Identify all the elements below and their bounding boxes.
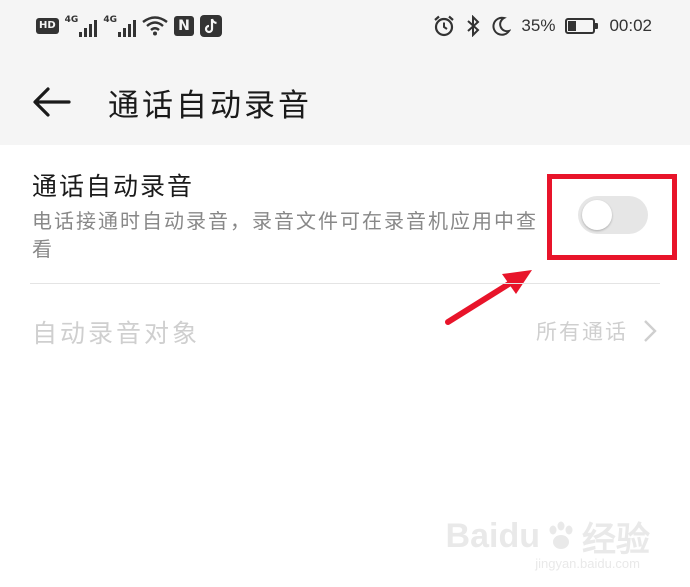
clock: 00:02 xyxy=(609,16,652,35)
app-header: 通话自动录音 xyxy=(0,52,690,145)
record-target-label: 自动录音对象 xyxy=(32,319,201,348)
watermark-brand: Baidu xyxy=(445,517,540,555)
status-left: HD 4G 4G N xyxy=(36,12,222,40)
annotation-highlight-box xyxy=(547,174,677,260)
status-bar: HD 4G 4G N 35% 00:02 xyxy=(0,0,690,52)
wifi-icon xyxy=(142,16,168,36)
paw-icon xyxy=(549,521,573,549)
tiktok-icon xyxy=(199,15,222,37)
signal-icon: 4G xyxy=(65,15,98,37)
auto-record-description: 电话接通时自动录音，录音文件可在录音机应用中查看 xyxy=(32,209,538,261)
network-type-label: 4G xyxy=(103,15,117,25)
status-right: 35% 00:02 xyxy=(433,12,652,40)
network-type-label: 4G xyxy=(64,15,79,25)
nfc-icon: N xyxy=(173,16,194,36)
battery-percent: 35% xyxy=(521,16,556,35)
back-arrow-icon xyxy=(33,87,71,117)
baidu-watermark: Baidu 经验 xyxy=(446,512,650,561)
bluetooth-icon xyxy=(467,15,480,37)
battery-icon xyxy=(565,18,599,34)
chevron-right-icon xyxy=(644,320,657,342)
screen: HD 4G 4G N 35% 00:02 通话自动录音 通话自动录音 电话接通时… xyxy=(0,0,690,587)
auto-record-title: 通话自动录音 xyxy=(32,172,195,201)
auto-record-target-row[interactable]: 自动录音对象 所有通话 xyxy=(0,284,690,374)
signal-icon: 4G xyxy=(103,15,136,37)
battery-level xyxy=(568,21,577,31)
page-title: 通话自动录音 xyxy=(108,88,312,124)
record-target-value: 所有通话 xyxy=(536,320,628,344)
watermark-suffix: 经验 xyxy=(582,521,650,559)
hd-icon: HD xyxy=(36,18,59,34)
alarm-icon xyxy=(434,15,455,37)
moon-icon xyxy=(492,16,512,36)
watermark-url: jingyan.baidu.com xyxy=(535,556,640,571)
back-button[interactable] xyxy=(28,78,76,126)
